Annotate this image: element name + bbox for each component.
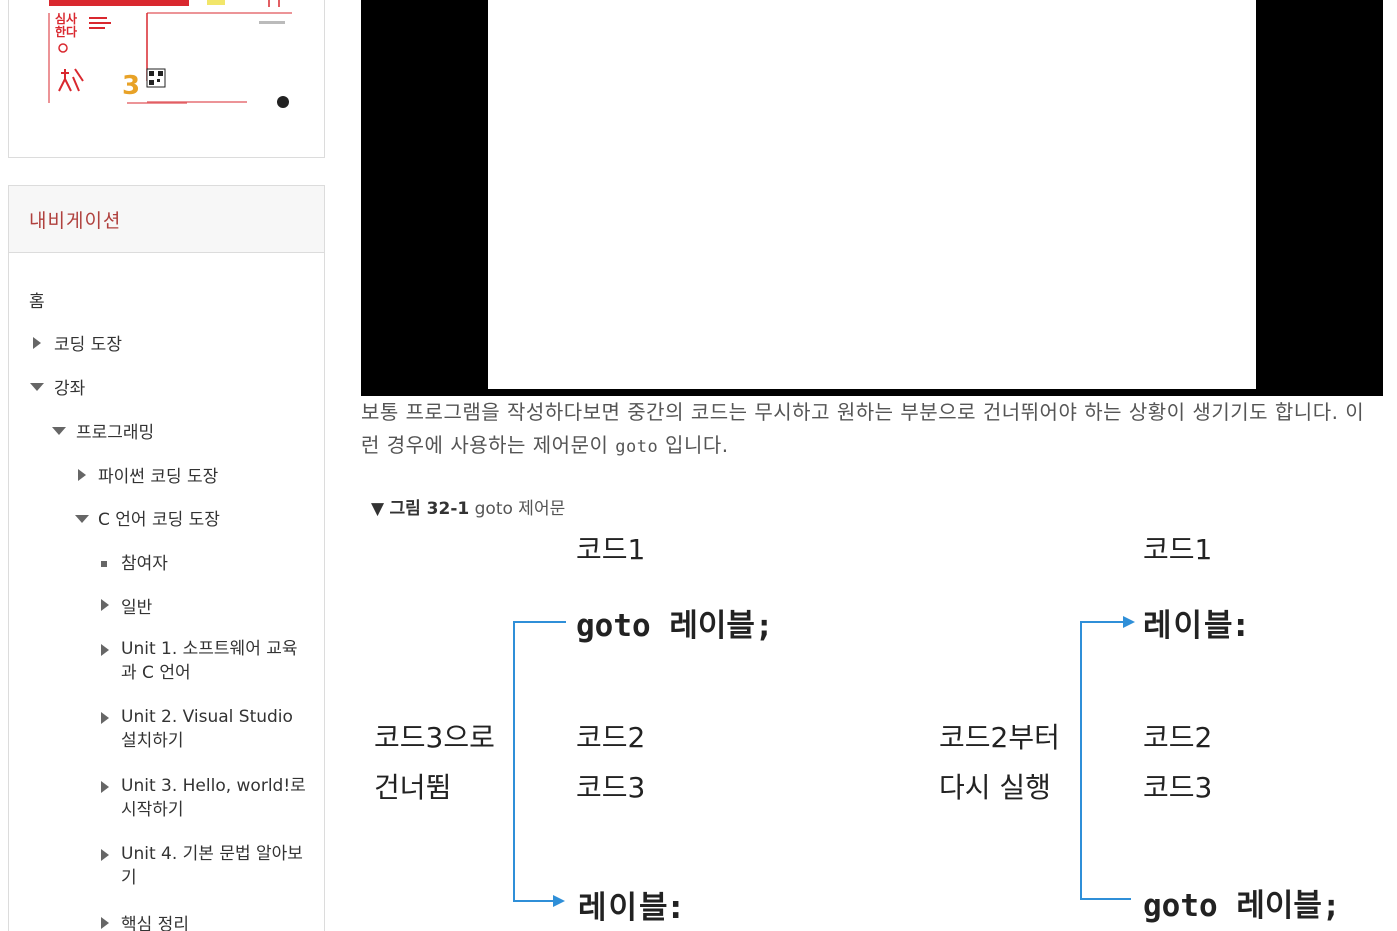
caption-figure-number: 그림 32-1 bbox=[389, 499, 470, 519]
caption-title: goto 제어문 bbox=[469, 499, 566, 519]
expand-arrow-icon[interactable] bbox=[101, 599, 109, 611]
video-player[interactable] bbox=[361, 0, 1383, 396]
expand-arrow-icon[interactable] bbox=[101, 644, 109, 656]
book-cover-image[interactable] bbox=[47, 0, 299, 117]
caption-triangle-icon: ▼ bbox=[371, 499, 385, 519]
diagram-right-goto: goto 레이블; bbox=[1143, 888, 1341, 924]
slide-text-fragment bbox=[668, 0, 1088, 2]
nav-item-participants[interactable]: 참여자 bbox=[121, 549, 168, 574]
nav-item-python-dojang[interactable]: 파이썬 코딩 도장 bbox=[98, 462, 218, 487]
book-cover-card[interactable]: 심사 한다 3 bbox=[8, 0, 325, 158]
navigation-block: 내비게이션 홈 코딩 도장 강좌 프로그래밍 파이썬 코딩 도장 C 언어 코딩… bbox=[8, 185, 325, 931]
expand-arrow-icon[interactable] bbox=[101, 712, 109, 724]
diagram-left-code1: 코드1 bbox=[576, 533, 646, 566]
expand-arrow-icon[interactable] bbox=[78, 469, 86, 481]
diagram-right-side-line1: 코드2부터 bbox=[939, 721, 1060, 754]
nav-item-courses[interactable]: 강좌 bbox=[54, 374, 85, 399]
inline-code-goto: goto bbox=[615, 437, 659, 457]
nav-item-coding-dojang[interactable]: 코딩 도장 bbox=[54, 330, 122, 355]
goto-diagram: 코드1 goto 레이블; 코드3으로 건너뜀 코드2 코드3 레이블: 코드1… bbox=[361, 520, 1391, 931]
arrow-goto-forward bbox=[513, 621, 566, 907]
navigation-header: 내비게이션 bbox=[9, 186, 324, 253]
nav-item-unit-3[interactable]: Unit 3. Hello, world!로 시작하기 bbox=[121, 774, 311, 822]
book-volume-number: 3 bbox=[122, 71, 141, 101]
diagram-right-code3: 코드3 bbox=[1143, 771, 1213, 804]
nav-item-unit-2[interactable]: Unit 2. Visual Studio 설치하기 bbox=[121, 705, 311, 753]
video-slide-frame bbox=[488, 0, 1256, 389]
expand-arrow-icon[interactable] bbox=[101, 917, 109, 929]
diagram-left-code2: 코드2 bbox=[576, 721, 646, 754]
diagram-right-code2: 코드2 bbox=[1143, 721, 1213, 754]
book-title-text: 심사 한다 bbox=[55, 12, 78, 39]
diagram-right-code1: 코드1 bbox=[1143, 533, 1213, 566]
diagram-left-code3: 코드3 bbox=[576, 771, 646, 804]
expand-arrow-icon[interactable] bbox=[33, 337, 41, 349]
content-paragraph: 보통 프로그램을 작성하다보면 중간의 코드는 무시하고 원하는 부분으로 건너… bbox=[361, 396, 1371, 464]
nav-item-summary[interactable]: 핵심 정리 bbox=[121, 910, 189, 931]
diagram-arrows bbox=[513, 616, 1135, 907]
bullet-square-icon bbox=[101, 561, 107, 567]
diagram-right-side-line2: 다시 실행 bbox=[939, 771, 1051, 804]
diagram-right-label: 레이블: bbox=[1143, 608, 1249, 644]
nav-item-home[interactable]: 홈 bbox=[29, 287, 45, 312]
figure-caption: ▼ 그림 32-1 goto 제어문 bbox=[371, 494, 565, 519]
paragraph-text: 보통 프로그램을 작성하다보면 중간의 코드는 무시하고 원하는 부분으로 건너… bbox=[361, 400, 1365, 457]
nav-item-general[interactable]: 일반 bbox=[121, 593, 152, 618]
nav-item-c-dojang[interactable]: C 언어 코딩 도장 bbox=[98, 505, 220, 530]
diagram-left-side-line1: 코드3으로 bbox=[374, 721, 495, 754]
nav-item-programming[interactable]: 프로그래밍 bbox=[76, 418, 154, 443]
collapse-arrow-icon[interactable] bbox=[75, 515, 89, 523]
collapse-arrow-icon[interactable] bbox=[52, 427, 66, 435]
paragraph-text-end: 입니다. bbox=[658, 433, 729, 457]
diagram-left-label: 레이블: bbox=[578, 890, 684, 926]
diagram-left-side-line2: 건너뜀 bbox=[374, 771, 452, 804]
arrow-goto-backward bbox=[1080, 616, 1135, 900]
diagram-left-goto: goto 레이블; bbox=[576, 608, 774, 644]
expand-arrow-icon[interactable] bbox=[101, 849, 109, 861]
navigation-title: 내비게이션 bbox=[29, 210, 122, 232]
expand-arrow-icon[interactable] bbox=[101, 781, 109, 793]
collapse-arrow-icon[interactable] bbox=[30, 383, 44, 391]
nav-item-unit-4[interactable]: Unit 4. 기본 문법 알아보기 bbox=[121, 842, 311, 890]
nav-item-unit-1[interactable]: Unit 1. 소프트웨어 교육과 C 언어 bbox=[121, 637, 311, 685]
